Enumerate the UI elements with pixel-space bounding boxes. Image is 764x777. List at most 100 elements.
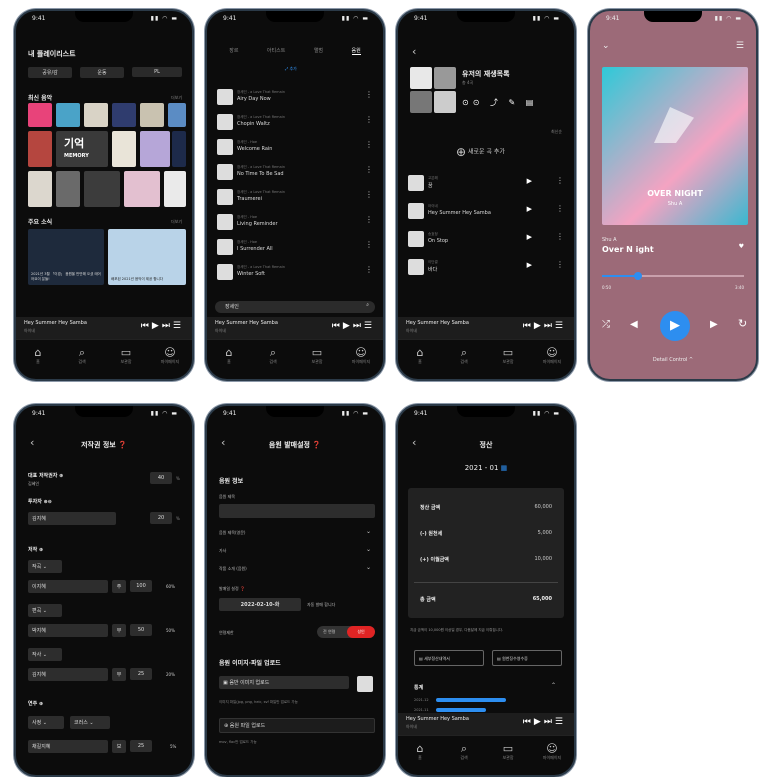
tab-library[interactable]: ▭ 보관함 xyxy=(498,347,518,365)
file-upload-button[interactable]: ⊕ 음원 파일 업로드 xyxy=(219,718,375,733)
more-link[interactable]: 더보기 xyxy=(171,219,182,225)
album-thumb[interactable] xyxy=(28,131,52,167)
next-icon[interactable]: ▶ xyxy=(710,319,718,330)
shuffle-icon[interactable]: ⤮ xyxy=(602,319,610,330)
tab-mypage[interactable]: ☺ 마이페이지 xyxy=(160,347,180,365)
player-controls[interactable]: ⏮▶⏭☰ xyxy=(332,321,375,331)
creator-type[interactable]: 주 xyxy=(112,580,126,593)
album-thumb[interactable] xyxy=(56,171,80,207)
more-link[interactable]: 더보기 xyxy=(171,95,182,101)
mini-player[interactable]: Hey Summer Hey Samba 아이네 ⏮▶⏭☰ xyxy=(398,317,574,339)
role-select[interactable]: 편곡 ⌄ xyxy=(28,604,62,617)
album-thumb[interactable] xyxy=(124,171,160,207)
more-icon[interactable]: ⋮ xyxy=(365,165,373,174)
album-thumb[interactable] xyxy=(140,103,164,127)
album-thumb[interactable] xyxy=(84,171,120,207)
album-thumb[interactable] xyxy=(56,103,80,127)
investor-name[interactable]: 김지혜 xyxy=(28,512,116,525)
search-input[interactable]: 장세인 ⌕ xyxy=(215,301,375,313)
creator-name[interactable]: 김지혜 xyxy=(28,668,108,681)
play-icon[interactable]: ▶ xyxy=(527,177,532,185)
album-thumb[interactable] xyxy=(28,171,52,207)
creator-type[interactable]: 부 xyxy=(112,668,126,681)
tab-track[interactable]: 음원 xyxy=(351,47,361,55)
chevron-down-icon[interactable]: ⌄ xyxy=(366,546,371,553)
repeat-icon[interactable]: ↻ xyxy=(738,317,747,330)
playlist-actions[interactable]: ⊙⊙ ⤴ ✎ ▤ xyxy=(462,97,537,108)
player-controls[interactable]: ⏮▶⏭☰ xyxy=(141,321,184,331)
more-icon[interactable]: ⋮ xyxy=(556,176,564,185)
album-thumb[interactable] xyxy=(112,131,136,167)
detail-control[interactable]: Detail Control ^ xyxy=(590,357,756,363)
chip-workout[interactable]: 운동 xyxy=(80,67,124,78)
perform-role-select[interactable]: 사정 ⌄ xyxy=(28,716,64,729)
chevron-down-icon[interactable]: ⌄ xyxy=(602,41,610,51)
player-controls[interactable]: ⏮▶⏭☰ xyxy=(523,717,566,727)
track-row[interactable]: 이단결 바다 ▶ ⋮ xyxy=(408,257,566,277)
mini-player[interactable]: Hey Summer Hey Samba 아이네 ⏮▶⏭☰ xyxy=(398,713,574,735)
album-thumb[interactable] xyxy=(172,131,186,167)
tab-search[interactable]: ⌕ 검색 xyxy=(454,347,474,365)
creator-name[interactable]: 이지혜 xyxy=(28,580,108,593)
tab-album[interactable]: 앨범 xyxy=(314,47,323,55)
more-icon[interactable]: ⋮ xyxy=(365,115,373,124)
album-thumb-memory[interactable]: 기억 MEMORY xyxy=(56,131,108,167)
add-track-button[interactable]: ⊕ 새로운 곡 추가 xyxy=(456,145,505,159)
age-toggle[interactable]: 전 연령 성인 xyxy=(317,626,375,638)
tab-library[interactable]: ▭ 보관함 xyxy=(116,347,136,365)
creator-value[interactable]: 100 xyxy=(130,580,152,592)
track-row[interactable]: 장세인 - a Love That Remain Chopin Waltz ⋮ xyxy=(217,112,375,132)
sort-label[interactable]: 최신순 xyxy=(551,129,562,135)
calendar-icon[interactable]: ▦ xyxy=(501,464,508,472)
track-row[interactable]: 장세인 - a Love That Remain Traumerei ⋮ xyxy=(217,187,375,207)
tab-search[interactable]: ⌕ 검색 xyxy=(263,347,283,365)
tab-mypage[interactable]: ☺ 마이페이지 xyxy=(542,743,562,761)
chevron-down-icon[interactable]: ⌄ xyxy=(366,564,371,571)
help-icon[interactable]: ❓ xyxy=(240,586,245,591)
tab-library[interactable]: ▭ 보관함 xyxy=(498,743,518,761)
player-controls[interactable]: ⏮▶⏭☰ xyxy=(523,321,566,331)
track-row[interactable]: 아이네 Hey Summer Hey Samba ▶ ⋮ xyxy=(408,201,566,221)
track-row[interactable]: 송효정 On Stop ▶ ⋮ xyxy=(408,229,566,249)
more-icon[interactable]: ⋮ xyxy=(365,90,373,99)
release-date[interactable]: 2022-02-10-화 xyxy=(219,598,301,611)
play-icon[interactable]: ▶ xyxy=(527,233,532,241)
play-icon[interactable]: ▶ xyxy=(527,205,532,213)
perform-type[interactable]: 보 xyxy=(112,740,126,753)
rep-percent[interactable]: 40 xyxy=(150,472,172,484)
help-icon[interactable]: ❓ xyxy=(118,441,127,449)
add-button[interactable]: ⤢ 추가 xyxy=(285,66,297,72)
plus-icon[interactable]: ⊕ xyxy=(59,473,63,479)
more-icon[interactable]: ⋮ xyxy=(365,215,373,224)
receipt-button[interactable]: ▤ 원천징수영수증 xyxy=(492,650,562,666)
more-icon[interactable]: ⋮ xyxy=(365,190,373,199)
track-row[interactable]: 장세인 - a Love That Remain No Time To Be Sa… xyxy=(217,162,375,182)
tab-mypage[interactable]: ☺ 마이페이지 xyxy=(542,347,562,365)
mini-player[interactable]: Hey Summer Hey Samba 아이네 ⏮▶⏭☰ xyxy=(207,317,383,339)
album-thumb[interactable] xyxy=(84,103,108,127)
progress-track[interactable] xyxy=(602,272,744,280)
creator-name[interactable]: 박지혜 xyxy=(28,624,108,637)
more-icon[interactable]: ⋮ xyxy=(365,240,373,249)
period-selector[interactable]: 2021 - 01 ▦ xyxy=(398,464,574,472)
investor-percent[interactable]: 20 xyxy=(150,512,172,524)
perform-role2-select[interactable]: 코러스 ⌄ xyxy=(70,716,110,729)
progress-knob[interactable] xyxy=(633,272,642,280)
track-row[interactable]: 장세인 - Hoe Welcome Rain ⋮ xyxy=(217,137,375,157)
lyrics-label[interactable]: 가사 xyxy=(219,548,226,554)
help-icon[interactable]: ❓ xyxy=(312,441,321,449)
intro-label[interactable]: 작품 소개 (음원) xyxy=(219,566,247,572)
tab-home[interactable]: ⌂ 홈 xyxy=(219,347,239,365)
track-row[interactable]: 고은해 꿈 ▶ ⋮ xyxy=(408,173,566,193)
tab-search[interactable]: ⌕ 검색 xyxy=(454,743,474,761)
more-icon[interactable]: ⋮ xyxy=(556,232,564,241)
news-card[interactable]: 2021년 3월 「이경」 음원을 만반해 오셨 태어 어요이 분들! xyxy=(28,229,104,285)
back-icon[interactable]: ‹ xyxy=(412,45,416,58)
tab-home[interactable]: ⌂ 홈 xyxy=(410,347,430,365)
track-row[interactable]: 장세인 - Hoe I Surrender All ⋮ xyxy=(217,237,375,257)
plus-icon[interactable]: ⊕ xyxy=(39,547,43,553)
track-row[interactable]: 장세인 - Hoe Living Reminder ⋮ xyxy=(217,212,375,232)
plus-icon[interactable]: ⊕ xyxy=(39,701,43,707)
news-card[interactable]: 배포된 2021년 음악이 제공 합니다 xyxy=(108,229,186,285)
cover-upload-button[interactable]: ▣ 음반 이미지 업로드 xyxy=(219,676,349,689)
